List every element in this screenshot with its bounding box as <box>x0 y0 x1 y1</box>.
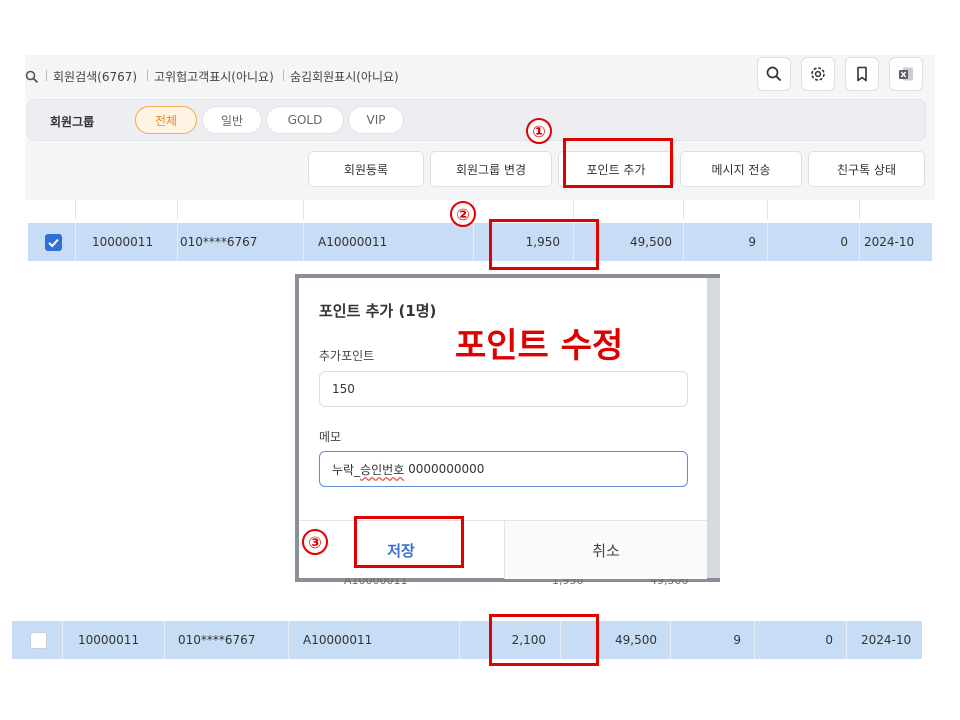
filter-bar: 회원검색(6767) 고위험고객표시(아니요) 숨김회원표시(아니요) <box>25 55 935 97</box>
bookmark-icon <box>857 66 867 82</box>
filter-separator <box>46 70 47 81</box>
row-checkbox-checked[interactable] <box>45 234 62 251</box>
chip-gold[interactable]: GOLD <box>266 106 344 134</box>
cancel-button[interactable]: 취소 <box>504 521 707 579</box>
search-icon <box>766 66 782 82</box>
date-value: 2024-10 <box>864 235 915 249</box>
table-row-before[interactable]: 10000011 010****6767 A10000011 1,950 49,… <box>28 223 932 261</box>
dialog-title: 포인트 추가 (1명) <box>319 302 437 320</box>
search-icon[interactable] <box>25 69 39 84</box>
highlight-points-before <box>489 219 599 270</box>
phone-number: 010****6767 <box>178 633 256 647</box>
change-member-group-button[interactable]: 회원그룹 변경 <box>430 151 552 187</box>
member-number: 10000011 <box>92 235 154 249</box>
member-id: A10000011 <box>303 633 373 647</box>
bookmark-button[interactable] <box>845 57 879 91</box>
filter-member-search[interactable]: 회원검색(6767) <box>53 68 137 85</box>
points-input[interactable]: 150 <box>319 371 688 407</box>
annotation-note: 포인트 수정 <box>455 326 624 366</box>
filter-separator <box>283 70 284 81</box>
search-button[interactable] <box>757 57 791 91</box>
memo-label: 메모 <box>319 430 342 444</box>
points-label: 추가포인트 <box>319 349 375 363</box>
member-group-label: 회원그룹 <box>50 115 95 129</box>
friendtalk-status-button[interactable]: 친구톡 상태 <box>808 151 925 187</box>
settings-icon <box>811 67 825 81</box>
count-value: 9 <box>748 235 756 249</box>
chip-all[interactable]: 전체 <box>135 106 197 134</box>
filter-separator <box>147 70 148 81</box>
member-id: A10000011 <box>318 235 388 249</box>
highlight-add-points-button <box>563 138 673 188</box>
chip-general[interactable]: 일반 <box>202 106 262 134</box>
date-value: 2024-10 <box>861 633 912 647</box>
member-number: 10000011 <box>78 633 140 647</box>
filter-hidden-members[interactable]: 숨김회원표시(아니요) <box>290 68 399 85</box>
table-header-strip <box>25 200 935 220</box>
phone-number: 010****6767 <box>180 235 258 249</box>
memo-underlined-text: 승인번호 <box>360 462 405 477</box>
settings-button[interactable] <box>801 57 835 91</box>
memo-input[interactable]: 누락_ 승인번호 0000000000 <box>319 451 688 487</box>
filter-high-risk[interactable]: 고위험고객표시(아니요) <box>154 68 274 85</box>
memo-prefix: 누락_ <box>332 462 361 477</box>
step-2-marker: ② <box>450 201 476 227</box>
highlight-save-button <box>354 516 464 568</box>
zero-value: 0 <box>840 235 848 249</box>
chip-vip[interactable]: VIP <box>348 106 404 134</box>
excel-icon <box>899 67 913 81</box>
register-member-button[interactable]: 회원등록 <box>308 151 424 187</box>
step-1-marker: ① <box>526 118 552 144</box>
check-icon <box>48 238 59 248</box>
count-value: 9 <box>733 633 741 647</box>
zero-value: 0 <box>825 633 833 647</box>
send-message-button[interactable]: 메시지 전송 <box>680 151 802 187</box>
row-checkbox-unchecked[interactable] <box>30 632 47 649</box>
table-row-after[interactable]: 10000011 010****6767 A10000011 2,100 49,… <box>12 621 922 659</box>
excel-export-button[interactable] <box>889 57 923 91</box>
step-3-marker: ③ <box>302 529 328 555</box>
member-list-panel: 회원검색(6767) 고위험고객표시(아니요) 숨김회원표시(아니요) 회원그룹… <box>25 55 935 203</box>
highlight-points-after <box>489 614 599 666</box>
member-group-filter: 회원그룹 전체 일반 GOLD VIP <box>27 99 926 141</box>
memo-suffix: 0000000000 <box>404 462 485 476</box>
points-input-value: 150 <box>332 382 355 396</box>
dialog-overlay-edge <box>707 278 720 578</box>
